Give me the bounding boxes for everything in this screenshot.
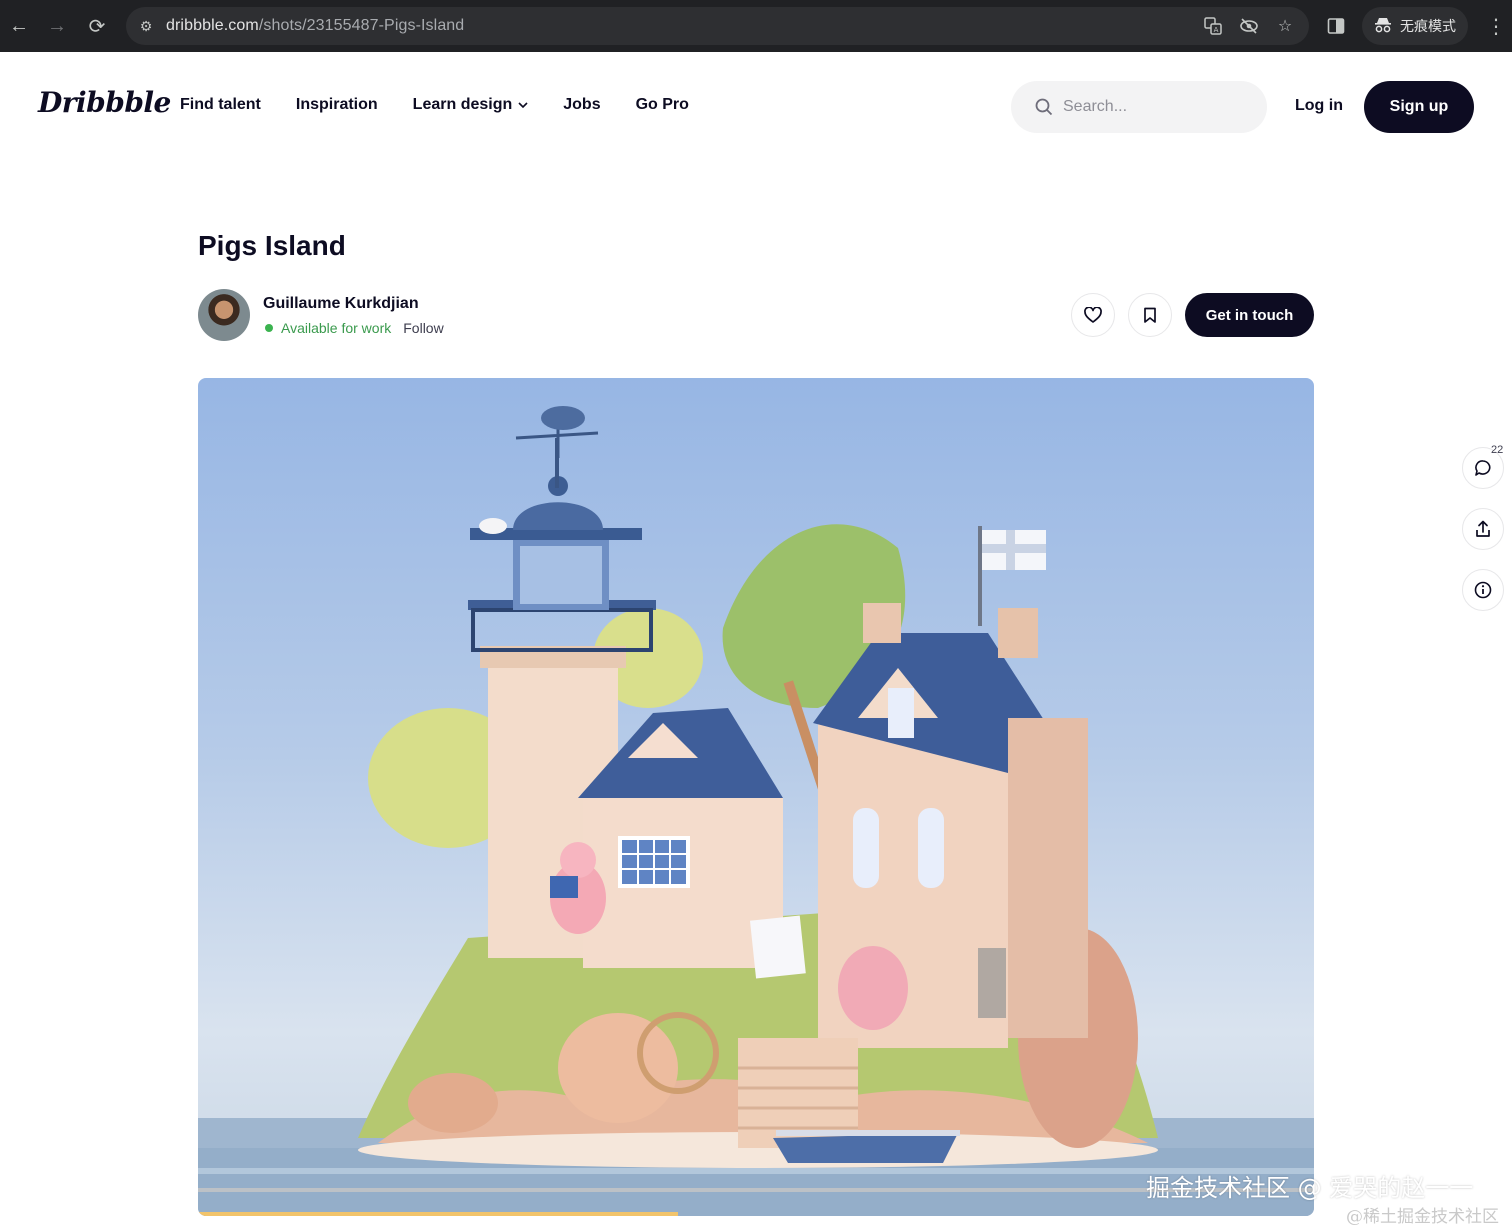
shot-image[interactable] bbox=[198, 378, 1314, 1216]
author-name[interactable]: Guillaume Kurkdjian bbox=[263, 295, 419, 313]
url-path: /shots/23155487-Pigs-Island bbox=[258, 17, 465, 34]
watermark-text: 掘金技术社区 @ 爱哭的赵一一 bbox=[1146, 1174, 1474, 1202]
share-button[interactable] bbox=[1462, 508, 1504, 550]
details-button[interactable] bbox=[1462, 569, 1504, 611]
nav-learn-design-label: Learn design bbox=[412, 96, 513, 113]
kebab-icon[interactable]: ⋮ bbox=[1486, 14, 1506, 39]
heart-icon bbox=[1084, 307, 1102, 323]
site-info-icon[interactable]: ⚙ bbox=[126, 18, 166, 35]
incognito-label: 无痕模式 bbox=[1400, 18, 1456, 34]
nav-learn-design[interactable]: Learn design bbox=[413, 96, 529, 114]
star-icon[interactable]: ☆ bbox=[1275, 16, 1295, 36]
back-icon[interactable]: ← bbox=[0, 0, 38, 52]
get-in-touch-button[interactable]: Get in touch bbox=[1185, 293, 1314, 337]
signup-button[interactable]: Sign up bbox=[1364, 81, 1474, 133]
svg-text:A: A bbox=[1214, 26, 1219, 34]
shot-title: Pigs Island bbox=[198, 230, 346, 261]
dribbble-logo[interactable]: Dribbble bbox=[38, 86, 171, 119]
nav-go-pro[interactable]: Go Pro bbox=[636, 96, 689, 114]
address-bar[interactable]: ⚙ dribbble.com/shots/23155487-Pigs-Islan… bbox=[126, 7, 1309, 45]
follow-link[interactable]: Follow bbox=[403, 320, 443, 336]
bookmark-icon bbox=[1144, 307, 1156, 323]
main-nav: Find talent Inspiration Learn design Job… bbox=[180, 96, 689, 114]
available-dot-icon bbox=[265, 324, 273, 332]
comment-count-badge: 22 bbox=[1491, 444, 1504, 456]
url-text[interactable]: dribbble.com/shots/23155487-Pigs-Island bbox=[166, 17, 464, 35]
info-icon bbox=[1474, 581, 1492, 599]
like-button[interactable] bbox=[1071, 293, 1115, 337]
reload-icon[interactable]: ⟳ bbox=[78, 0, 116, 52]
availability-status[interactable]: Available for work bbox=[281, 320, 391, 336]
site-header: Dribbble Find talent Inspiration Learn d… bbox=[0, 52, 1512, 162]
nav-inspiration[interactable]: Inspiration bbox=[296, 96, 378, 114]
pigs-island-illustration bbox=[198, 406, 1314, 1216]
translate-icon[interactable]: A bbox=[1203, 16, 1223, 36]
eye-off-icon[interactable] bbox=[1239, 16, 1259, 36]
share-icon bbox=[1476, 520, 1490, 537]
omnibox-actions: A ☆ bbox=[1203, 7, 1295, 45]
author-avatar[interactable] bbox=[198, 289, 250, 341]
search-input[interactable] bbox=[1061, 97, 1245, 117]
shot-progress-bar bbox=[198, 1212, 678, 1216]
comment-icon bbox=[1475, 460, 1491, 476]
search-box[interactable] bbox=[1011, 81, 1267, 133]
nav-find-talent[interactable]: Find talent bbox=[180, 96, 261, 114]
watermark-source: @稀土掘金技术社区 bbox=[1346, 1207, 1499, 1227]
save-button[interactable] bbox=[1128, 293, 1172, 337]
search-icon bbox=[1035, 98, 1053, 116]
side-panel-icon[interactable] bbox=[1326, 16, 1346, 36]
url-domain: dribbble.com bbox=[166, 17, 259, 34]
availability: Available for work Follow bbox=[265, 320, 444, 336]
nav-jobs[interactable]: Jobs bbox=[563, 96, 600, 114]
incognito-indicator[interactable]: 无痕模式 bbox=[1362, 7, 1468, 45]
login-link[interactable]: Log in bbox=[1295, 97, 1343, 115]
chevron-down-icon bbox=[518, 101, 528, 108]
incognito-icon bbox=[1374, 17, 1392, 36]
forward-icon[interactable]: → bbox=[38, 0, 76, 52]
